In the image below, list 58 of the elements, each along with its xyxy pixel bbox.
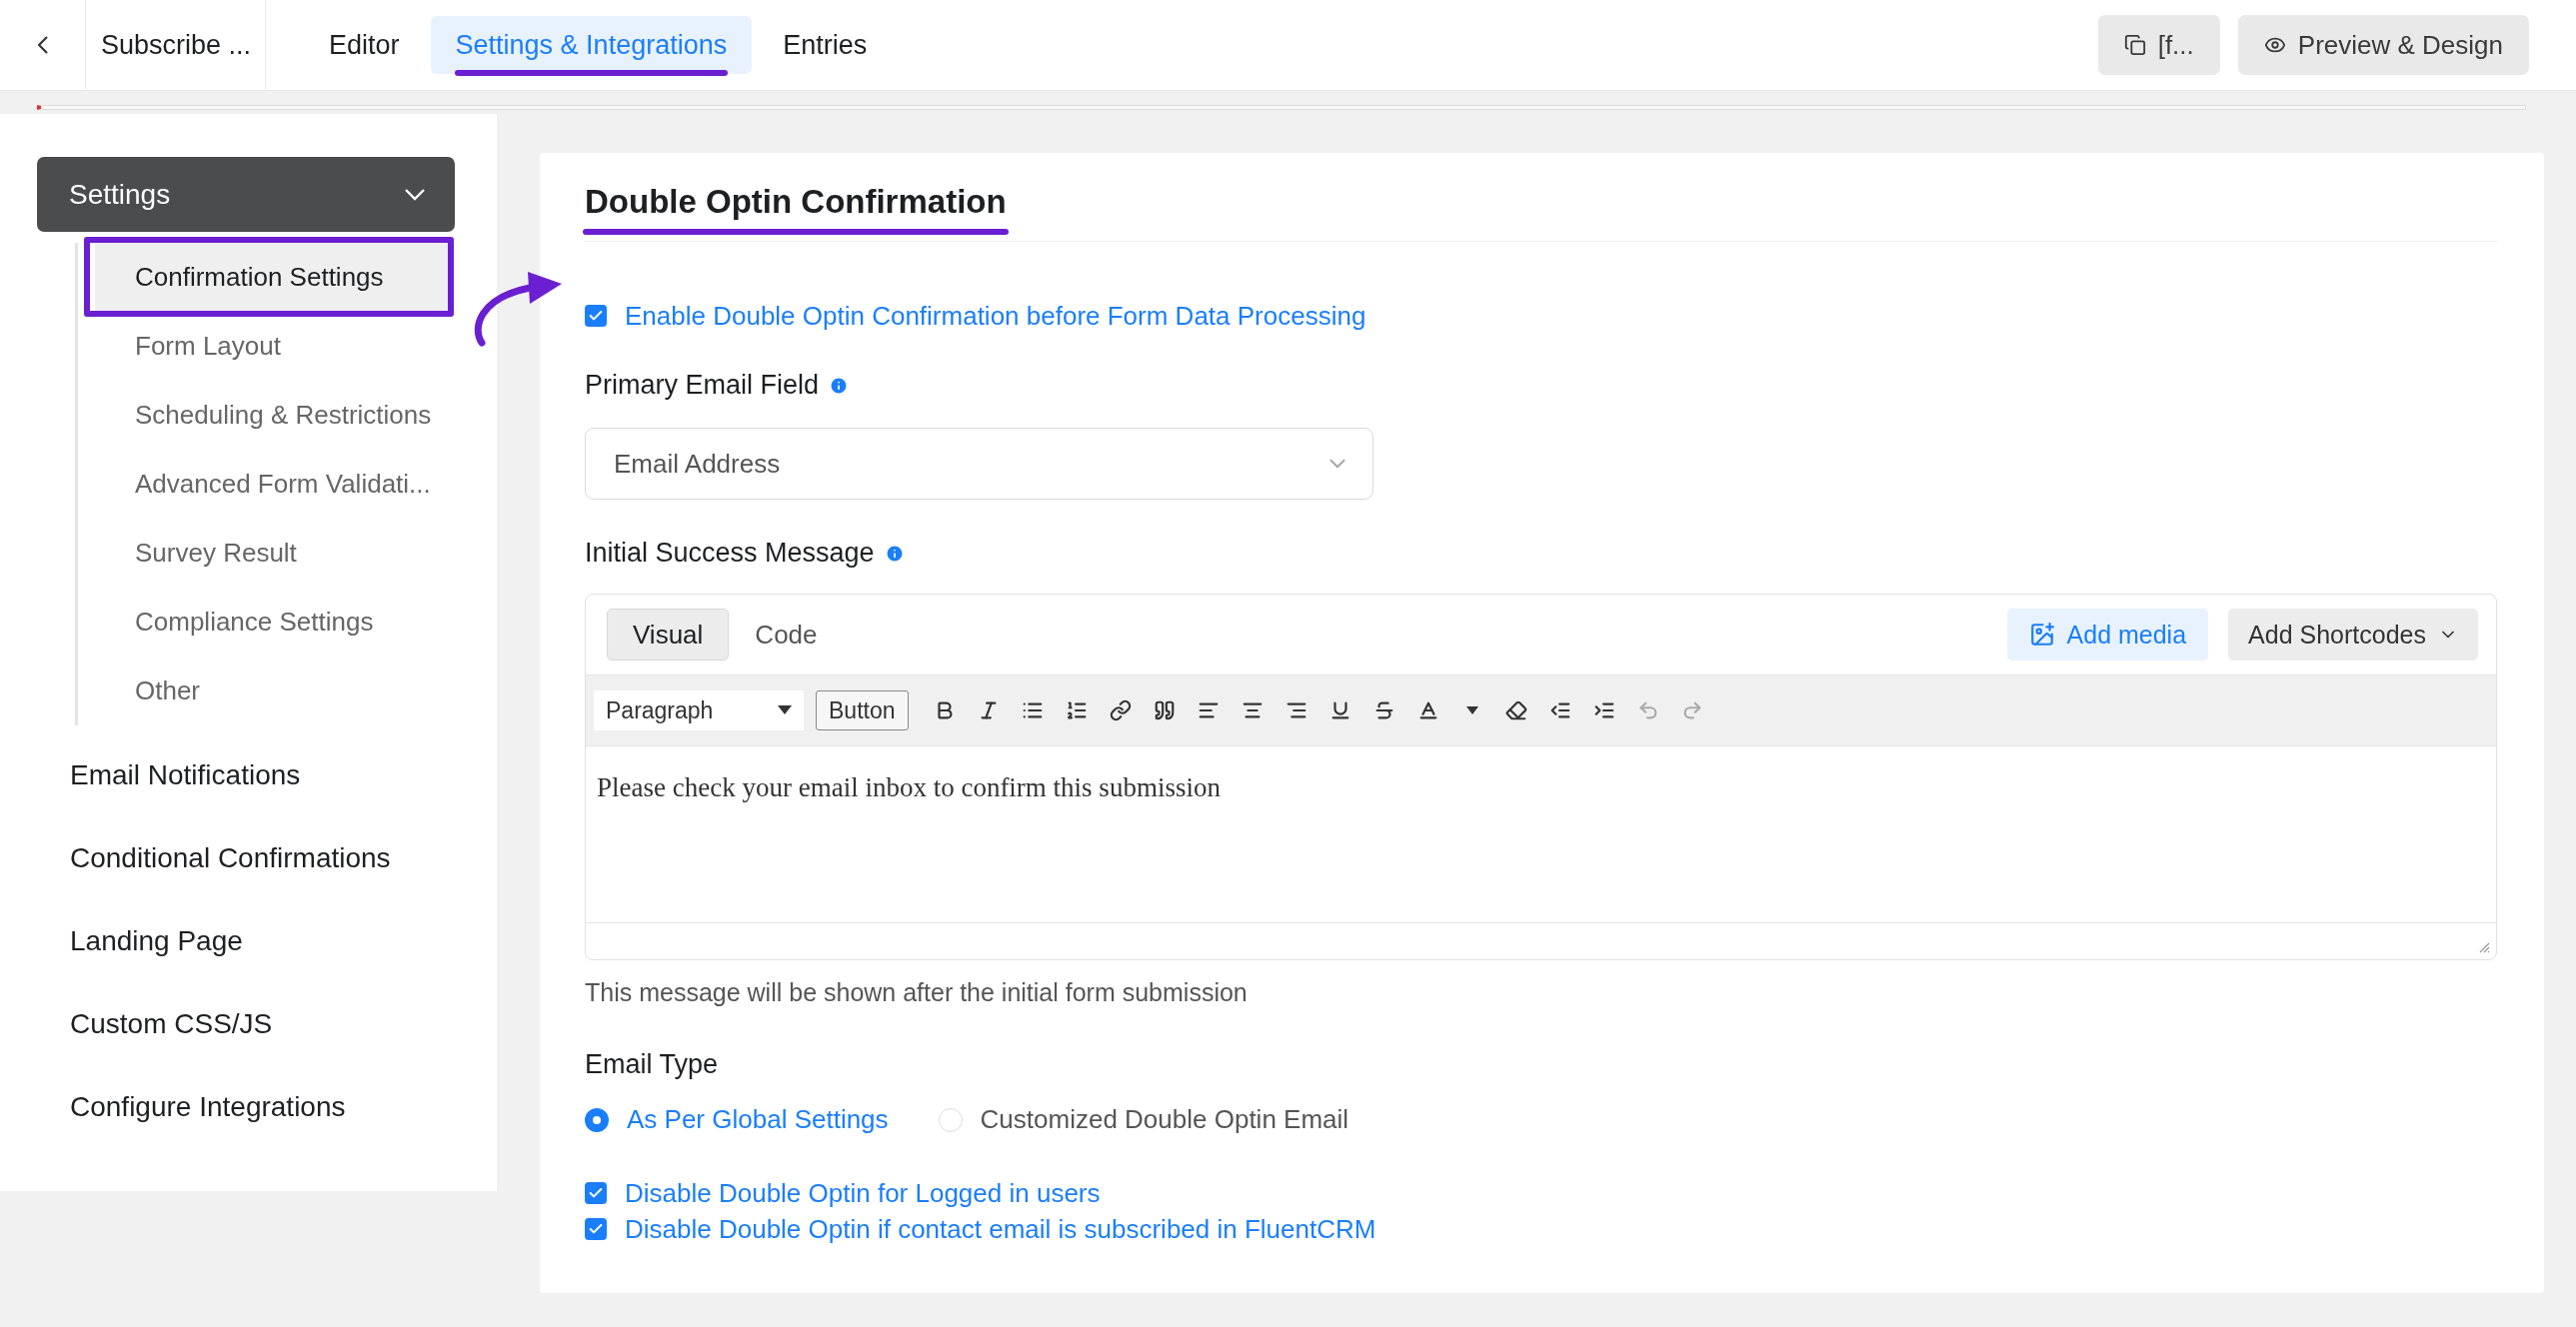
align-center-icon[interactable] bbox=[1241, 699, 1264, 721]
sidebar-subitem[interactable]: Survey Result bbox=[95, 519, 297, 588]
view-mode-tab[interactable]: Code bbox=[729, 609, 844, 661]
sidebar-subitem[interactable]: Compliance Settings bbox=[95, 588, 374, 657]
sidebar-subitem[interactable]: Advanced Form Validati... bbox=[95, 450, 431, 519]
radio-button[interactable] bbox=[585, 1107, 609, 1132]
preview-button[interactable]: Preview & Design bbox=[2237, 15, 2529, 75]
sidebar-subitem[interactable]: Scheduling & Restrictions bbox=[95, 381, 432, 450]
back-icon bbox=[37, 36, 48, 54]
field-label: Initial Success Message bbox=[585, 538, 875, 569]
panel-title: Double Optin Confirmation bbox=[585, 153, 1007, 221]
checkbox[interactable] bbox=[585, 1218, 607, 1240]
indent-icon[interactable] bbox=[1592, 699, 1615, 721]
sidebar-subitem[interactable]: Confirmation Settings bbox=[95, 243, 450, 312]
copy-button[interactable]: [f... bbox=[2097, 15, 2220, 75]
editor-text: Please check your email inbox to confirm this submission bbox=[597, 772, 1221, 802]
sidebar-subitem[interactable]: Form Layout bbox=[95, 312, 281, 381]
checkbox-label: Enable Double Optin Confirmation before Form Data Processing bbox=[625, 300, 1366, 332]
radio-button[interactable] bbox=[938, 1107, 963, 1132]
sidebar-subitem[interactable]: Other bbox=[95, 657, 201, 725]
bullet-list-icon[interactable] bbox=[1021, 699, 1044, 721]
link-icon[interactable] bbox=[1109, 699, 1132, 721]
media-icon bbox=[2028, 622, 2055, 648]
align-left-icon[interactable] bbox=[1197, 699, 1220, 721]
resize-handle-icon[interactable] bbox=[2478, 941, 2490, 953]
add-shortcodes-button[interactable]: Add Shortcodes bbox=[2228, 609, 2478, 661]
radio-label: As Per Global Settings bbox=[627, 1104, 889, 1135]
copy-icon bbox=[2123, 34, 2146, 56]
info-icon[interactable] bbox=[884, 543, 905, 564]
checkbox[interactable] bbox=[585, 1182, 607, 1204]
form-name: Subscribe ... bbox=[85, 0, 266, 90]
info-icon[interactable] bbox=[829, 375, 850, 396]
email-field-select[interactable]: Email Address bbox=[585, 428, 1373, 500]
quote-icon[interactable] bbox=[1153, 699, 1176, 721]
sidebar-item[interactable]: Custom CSS/JS bbox=[37, 982, 273, 1065]
field-label: Email Type bbox=[585, 1049, 719, 1080]
outdent-icon[interactable] bbox=[1548, 699, 1571, 721]
checkbox-label: Disable Double Optin if contact email is subscribed in FluentCRM bbox=[625, 1213, 1376, 1245]
radio-label: Customized Double Optin Email bbox=[980, 1104, 1349, 1135]
nav-tab[interactable]: Entries bbox=[758, 16, 893, 74]
sidebar-item[interactable]: Email Notifications bbox=[37, 733, 301, 816]
checkbox-label: Disable Double Optin for Logged in users bbox=[625, 1177, 1101, 1209]
nav-tab[interactable]: Editor bbox=[304, 16, 425, 74]
align-right-icon[interactable] bbox=[1285, 699, 1307, 721]
view-mode-tab[interactable]: Visual bbox=[607, 609, 730, 661]
numbered-list-icon[interactable] bbox=[1065, 699, 1088, 721]
checkbox[interactable] bbox=[585, 305, 607, 327]
sidebar-item[interactable]: Configure Integrations bbox=[37, 1065, 346, 1148]
eraser-icon[interactable] bbox=[1504, 699, 1527, 721]
format-select[interactable]: Paragraph bbox=[594, 690, 804, 730]
field-label: Primary Email Field bbox=[585, 370, 820, 401]
settings-group-header[interactable]: Settings bbox=[37, 157, 455, 232]
sidebar-item[interactable]: Conditional Confirmations bbox=[37, 816, 391, 899]
sidebar-item[interactable]: Landing Page bbox=[37, 899, 243, 982]
toolbar-button[interactable]: Button bbox=[816, 690, 909, 730]
help-text: This message will be shown after the initial form submission bbox=[585, 978, 1249, 1007]
caret-icon bbox=[778, 705, 792, 715]
chevron-icon bbox=[405, 188, 425, 201]
